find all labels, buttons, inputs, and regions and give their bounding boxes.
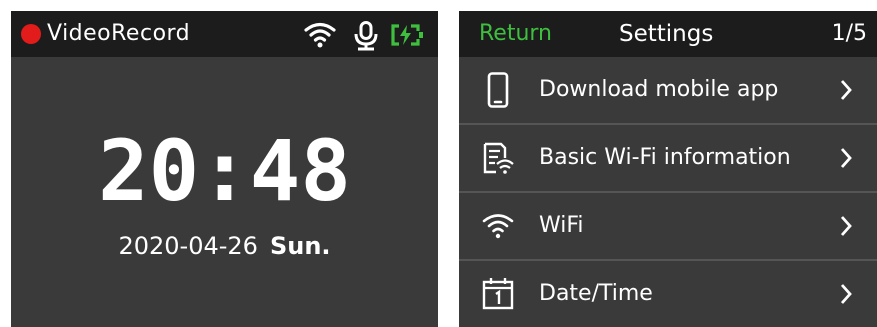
menu-item-wifi[interactable]: WiFi [459, 193, 877, 261]
menu-item-label: Date/Time [539, 281, 653, 306]
battery-charging-icon [390, 23, 424, 51]
menu-item-label: Basic Wi-Fi information [539, 145, 791, 170]
clock-weekday: Sun. [269, 232, 331, 260]
chevron-right-icon [839, 147, 853, 173]
video-record-screen: VideoRecord 20:48 2020-04-26 Sun. [11, 11, 438, 327]
wifi-info-icon [481, 140, 515, 176]
status-bar: VideoRecord [11, 11, 438, 57]
return-button[interactable]: Return [479, 20, 552, 48]
settings-screen: Return Settings 1/5 Download mobile app [459, 11, 877, 327]
microphone-icon [353, 21, 379, 55]
menu-item-label: WiFi [539, 213, 584, 238]
chevron-right-icon [839, 215, 853, 241]
chevron-right-icon [839, 79, 853, 105]
settings-header: Return Settings 1/5 [459, 11, 877, 57]
smartphone-icon [481, 72, 515, 108]
page-indicator: 1/5 [831, 21, 867, 46]
clock-date-row: 2020-04-26 Sun. [11, 230, 438, 262]
clock-time: 20:48 [98, 122, 351, 220]
menu-item-basic-wifi-information[interactable]: Basic Wi-Fi information [459, 125, 877, 193]
menu-item-label: Download mobile app [539, 77, 779, 102]
menu-item-date-time[interactable]: Date/Time [459, 261, 877, 327]
mode-label: VideoRecord [47, 21, 191, 46]
clock-date: 2020-04-26 [118, 232, 258, 260]
wifi-icon [303, 21, 337, 53]
menu-item-download-mobile-app[interactable]: Download mobile app [459, 57, 877, 125]
chevron-right-icon [839, 283, 853, 309]
settings-menu: Download mobile app Basic Wi-Fi informat [459, 57, 877, 327]
page-title: Settings [619, 21, 714, 47]
wifi-icon [481, 208, 515, 244]
record-indicator-icon [21, 24, 41, 44]
calendar-icon [481, 276, 515, 312]
